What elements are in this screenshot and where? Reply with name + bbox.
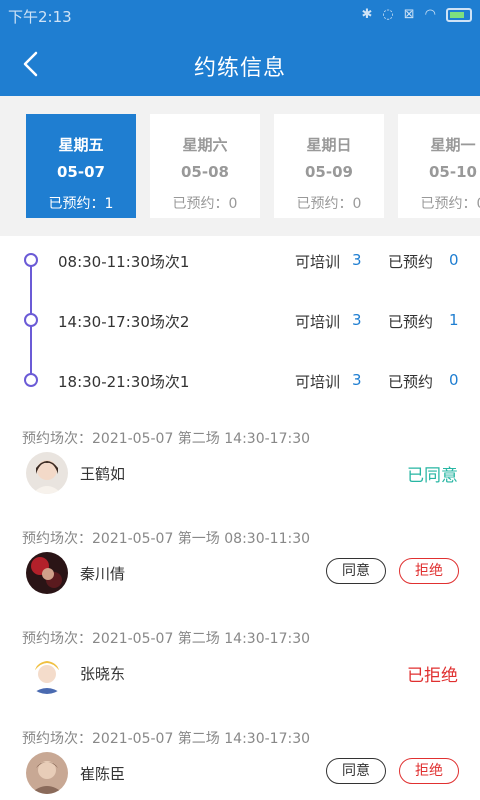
wifi-icon: ◠ [424,7,436,22]
day-weekday: 星期一 [430,136,476,154]
status-agreed: 已同意 [407,466,458,486]
booking-request: 预约场次：2021-05-07 第一场 08:30-11:30 秦川倩 同意 拒… [0,528,480,628]
day-card-fri[interactable]: 星期五 05-07 已预约：1 [26,114,136,218]
booked-value: 1 [449,311,459,329]
trainable-label: 可培训 [295,313,341,331]
request-session-info: 预约场次：2021-05-07 第二场 14:30-17:30 [22,731,311,747]
booked-label: 已预约 [388,253,434,271]
session-row[interactable]: 18:30-21:30场次1 可培训 3 已预约 0 [0,365,480,395]
avatar [26,552,68,594]
mute-icon: ◌ [382,7,394,22]
day-booked-count: 已预约：0 [420,196,480,212]
bluetooth-icon: ✱ [361,7,373,22]
timeline-dot [24,373,38,387]
session-label: 14:30-17:30场次2 [58,313,190,331]
booking-request: 预约场次：2021-05-07 第二场 14:30-17:30 张晓东 已拒绝 [0,628,480,728]
session-label: 08:30-11:30场次1 [58,253,190,271]
request-user-name: 王鹤如 [80,465,126,483]
agree-button[interactable]: 同意 [326,558,386,584]
day-date: 05-09 [305,163,353,181]
request-session-info: 预约场次：2021-05-07 第二场 14:30-17:30 [22,431,311,447]
agree-button[interactable]: 同意 [326,758,386,784]
session-list: 08:30-11:30场次1 可培训 3 已预约 0 14:30-17:30场次… [0,236,480,412]
day-weekday: 星期六 [182,136,228,154]
status-bar: 下午2:13 ✱ ◌ ⊠ ◠ [0,0,480,32]
booking-request: 预约场次：2021-05-07 第二场 14:30-17:30 王鹤如 已同意 [0,428,480,528]
battery-icon [446,8,472,22]
day-selector: 星期五 05-07 已预约：1 星期六 05-08 已预约：0 星期日 05-0… [0,96,480,236]
timeline-dot [24,253,38,267]
session-row[interactable]: 08:30-11:30场次1 可培训 3 已预约 0 [0,245,480,275]
reject-button[interactable]: 拒绝 [399,558,459,584]
timeline-dot [24,313,38,327]
booking-request: 预约场次：2021-05-07 第二场 14:30-17:30 崔陈臣 同意 拒… [0,728,480,800]
booked-value: 0 [449,251,459,269]
session-row[interactable]: 14:30-17:30场次2 可培训 3 已预约 1 [0,305,480,335]
booked-label: 已预约 [388,373,434,391]
day-card-mon[interactable]: 星期一 05-10 已预约：0 [398,114,480,218]
trainable-value: 3 [352,251,362,269]
day-date: 05-07 [57,163,105,181]
reject-button[interactable]: 拒绝 [399,758,459,784]
top-navbar: 约练信息 [0,32,480,96]
request-session-info: 预约场次：2021-05-07 第一场 08:30-11:30 [22,531,311,547]
request-user-name: 张晓东 [80,665,126,683]
day-booked-count: 已预约：0 [296,196,362,212]
request-user-name: 秦川倩 [80,565,126,583]
avatar [26,652,68,694]
day-card-sat[interactable]: 星期六 05-08 已预约：0 [150,114,260,218]
trainable-label: 可培训 [295,253,341,271]
day-weekday: 星期日 [306,136,352,154]
trainable-label: 可培训 [295,373,341,391]
request-session-info: 预约场次：2021-05-07 第二场 14:30-17:30 [22,631,311,647]
request-user-name: 崔陈臣 [80,765,126,783]
day-card-sun[interactable]: 星期日 05-09 已预约：0 [274,114,384,218]
status-rejected: 已拒绝 [407,666,458,686]
booked-label: 已预约 [388,313,434,331]
day-booked-count: 已预约：1 [48,196,114,212]
trainable-value: 3 [352,311,362,329]
day-booked-count: 已预约：0 [172,196,238,212]
avatar [26,452,68,494]
status-icons: ✱ ◌ ⊠ ◠ [361,7,472,22]
session-label: 18:30-21:30场次1 [58,373,190,391]
booked-value: 0 [449,371,459,389]
day-weekday: 星期五 [58,136,104,154]
day-date: 05-08 [181,163,229,181]
page-title: 约练信息 [193,56,286,81]
sim-icon: ⊠ [403,7,415,22]
day-date: 05-10 [429,163,477,181]
avatar [26,752,68,794]
trainable-value: 3 [352,371,362,389]
status-time: 下午2:13 [8,8,72,26]
